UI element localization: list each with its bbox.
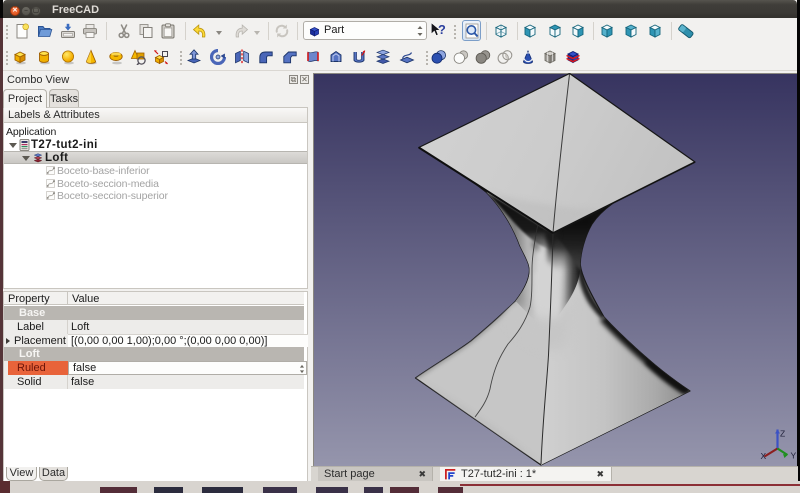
svg-text:Z: Z	[780, 429, 785, 439]
svg-text:?: ?	[438, 22, 446, 37]
svg-text:Y: Y	[791, 451, 797, 461]
svg-text:X: X	[761, 451, 767, 461]
